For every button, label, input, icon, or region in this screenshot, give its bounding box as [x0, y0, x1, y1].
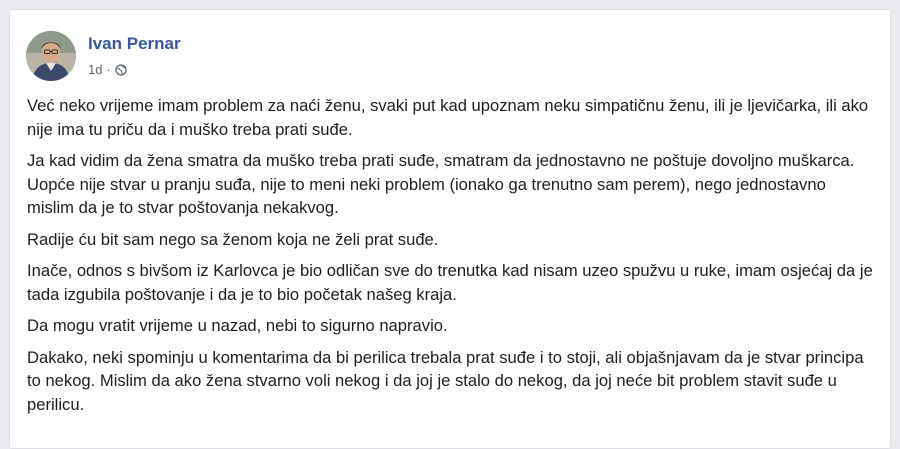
meta-separator: · — [106, 62, 111, 77]
post-paragraph: Ja kad vidim da žena smatra da muško tre… — [27, 151, 855, 217]
post-meta: 1d · — [88, 62, 127, 77]
post-timestamp[interactable]: 1d — [88, 62, 102, 77]
avatar[interactable] — [26, 31, 76, 81]
post-body: Već neko vrijeme imam problem za naći že… — [27, 94, 877, 424]
author-name-link[interactable]: Ivan Pernar — [88, 34, 181, 54]
post-paragraph: Inače, odnos s bivšom iz Karlovca je bio… — [27, 261, 873, 304]
post-card: Ivan Pernar 1d · Već neko vrijeme imam p… — [9, 9, 891, 449]
post-paragraph: Radije ću bit sam nego sa ženom koja ne … — [27, 229, 439, 249]
post-paragraph: Dakako, neki spominju u komentarima da b… — [27, 347, 864, 414]
post-paragraph: Već neko vrijeme imam problem za naći že… — [27, 96, 869, 139]
post-paragraph: Da mogu vratit vrijeme u nazad, nebi to … — [27, 316, 448, 335]
profile-photo — [26, 31, 76, 81]
globe-icon[interactable] — [115, 63, 127, 76]
